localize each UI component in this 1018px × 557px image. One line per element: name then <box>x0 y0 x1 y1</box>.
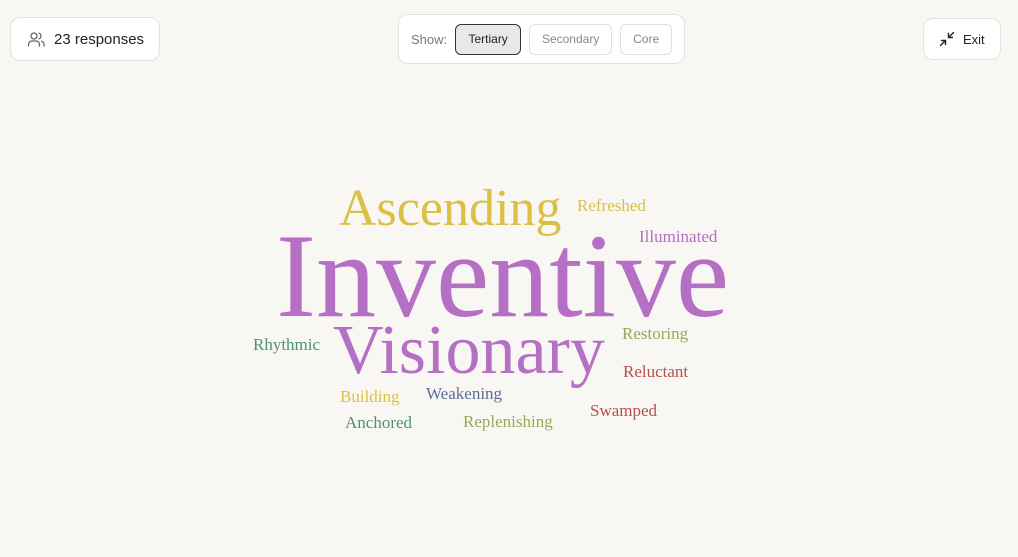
cloud-word: Anchored <box>345 413 413 432</box>
cloud-word: Reluctant <box>623 362 689 381</box>
filter-tertiary-button[interactable]: Tertiary <box>455 23 522 55</box>
responses-count-label: 23 responses <box>54 30 145 48</box>
filter-core-button[interactable]: Core <box>620 23 673 55</box>
exit-label: Exit <box>963 31 985 47</box>
cloud-word: Replenishing <box>463 412 553 431</box>
cloud-word: Illuminated <box>639 227 718 246</box>
cloud-word: Ascending <box>339 180 562 237</box>
cloud-word: Visionary <box>333 312 605 389</box>
cloud-word: Weakening <box>426 384 503 403</box>
filter-secondary-button[interactable]: Secondary <box>529 23 613 55</box>
cloud-word: Rhythmic <box>253 335 321 354</box>
cloud-word: Building <box>340 387 400 406</box>
show-label: Show: <box>411 31 448 47</box>
cloud-word: Refreshed <box>577 196 646 215</box>
responses-count-card: 23 responses <box>10 17 160 61</box>
word-cloud: Inventive Visionary Ascending Refreshed … <box>0 0 1018 557</box>
cloud-word: Restoring <box>622 324 689 343</box>
users-icon <box>27 31 54 47</box>
level-filter: Show: Tertiary Secondary Core <box>398 14 685 64</box>
exit-button[interactable]: Exit <box>923 18 1001 60</box>
minimize-icon <box>939 31 963 47</box>
cloud-word: Swamped <box>590 401 658 420</box>
